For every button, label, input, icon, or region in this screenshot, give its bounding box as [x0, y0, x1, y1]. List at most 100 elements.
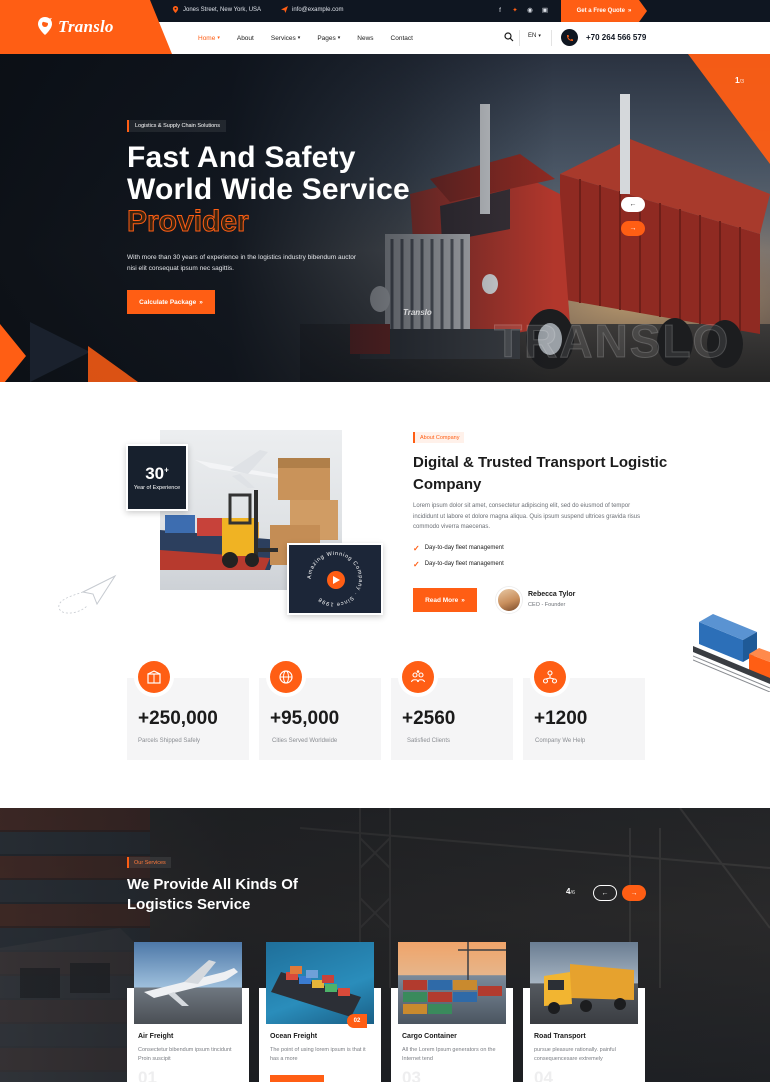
truck-logo-text: Translo — [403, 308, 432, 317]
services-prev-button[interactable]: ← — [593, 885, 617, 901]
button-label: Calculate Package — [139, 298, 197, 306]
phone-icon[interactable] — [561, 29, 578, 46]
nav-item-label: News — [357, 34, 374, 42]
paper-plane-icon — [58, 574, 117, 614]
globe-icon — [270, 661, 302, 693]
slide-total: /3 — [739, 79, 745, 85]
arrow-left-icon: ← — [629, 201, 637, 208]
get-quote-button[interactable]: Get a Free Quote » — [561, 0, 647, 22]
hero-watermark: TRANSLO — [493, 315, 731, 368]
services-title-line: We Provide All Kinds Of — [127, 876, 298, 893]
service-name[interactable]: Road Transport — [534, 1033, 586, 1040]
service-number: 04 — [534, 1068, 553, 1082]
service-number: 03 — [402, 1068, 421, 1082]
nav-item-label: About — [236, 34, 254, 42]
play-video-button[interactable] — [327, 571, 345, 589]
hero-description: With more than 30 years of experience in… — [127, 254, 357, 272]
chevron-down-icon: ▾ — [337, 35, 341, 41]
check-list-item: ✓ Day-to-day fleet management — [413, 559, 504, 569]
stat-value: +1200 — [534, 708, 588, 729]
check-icon: ✓ — [413, 543, 420, 553]
service-name[interactable]: Air Freight — [138, 1033, 173, 1040]
experience-number: 30+ — [145, 464, 169, 484]
ceo-role: CEO - Founder — [528, 602, 566, 608]
experience-badge: 30+ Year of Experience — [126, 444, 188, 511]
logo[interactable]: Translo — [0, 0, 172, 54]
facebook-icon[interactable]: f — [496, 6, 504, 14]
phone-number[interactable]: +70 264 566 579 — [586, 33, 646, 42]
instagram-icon[interactable]: ◉ — [526, 6, 534, 14]
hero-title-outline: Provider — [127, 205, 250, 238]
nav-item-news[interactable]: News — [357, 35, 373, 42]
stat-label: Parcels Shipped Safely — [138, 738, 201, 744]
container-train-image — [693, 614, 770, 692]
stat-value: +2560 — [402, 708, 456, 729]
calculate-package-button[interactable]: Calculate Package » — [127, 290, 215, 314]
cargo-container-image — [398, 942, 506, 1024]
map-pin-icon — [172, 6, 179, 13]
language-label: EN — [528, 33, 537, 39]
hero-banner: 1/3 Logistics & Supply Chain Solutions F… — [0, 54, 770, 382]
network-icon — [534, 661, 566, 693]
linkedin-icon[interactable]: ▣ — [541, 6, 549, 14]
chevron-down-icon: ▾ — [538, 33, 541, 39]
services-next-button[interactable]: → — [622, 885, 646, 901]
hero-title: Fast And Safety World Wide Service Provi… — [127, 141, 487, 239]
ceo-name: Rebecca Tylor — [528, 591, 576, 598]
service-description: The point of using lorem ipsum is that i… — [270, 1047, 366, 1062]
email-text[interactable]: info@example.com — [292, 7, 343, 13]
arrow-right-icon: → — [630, 889, 638, 897]
experience-label: Year of Experience — [133, 484, 181, 491]
divider — [519, 30, 520, 46]
about-description: Lorem ipsum dolor sit amet, consectetur … — [413, 503, 641, 530]
email-contact[interactable]: info@example.com — [281, 6, 343, 13]
address-text: Jones Street, New York, USA — [183, 6, 262, 13]
arrow-right-icon: » — [628, 8, 632, 14]
video-thumbnail[interactable]: Amazing Winning Company · Since 1998 — [287, 543, 383, 615]
arrow-right-icon: → — [629, 225, 637, 232]
nav-item-services[interactable]: Services ▾ — [271, 35, 300, 42]
next-slide-button[interactable]: → — [621, 221, 645, 236]
play-icon — [332, 576, 340, 584]
service-description: Consectetur bibendum ipsum tincidunt Pro… — [138, 1047, 232, 1062]
stat-label: Company We Help — [535, 738, 586, 744]
search-icon[interactable] — [504, 32, 514, 42]
services-overlay — [0, 808, 770, 1082]
nav-item-about[interactable]: About — [237, 35, 254, 42]
nav-item-home[interactable]: Home ▾ — [198, 35, 220, 42]
check-label: Day-to-day fleet management — [424, 561, 504, 567]
stat-label: Cities Served Worldwide — [272, 738, 338, 744]
send-icon — [281, 6, 288, 13]
service-description: All the Lorem Ipsum generators on the In… — [402, 1047, 496, 1062]
service-read-more-button[interactable] — [270, 1075, 324, 1082]
twitter-icon[interactable]: ✦ — [511, 6, 519, 14]
language-selector[interactable]: EN ▾ — [528, 33, 541, 39]
service-name[interactable]: Cargo Container — [402, 1033, 457, 1040]
about-tag: About Company — [413, 432, 465, 443]
arrow-right-icon: » — [461, 596, 465, 604]
services-section — [0, 808, 770, 1082]
nav-item-contact[interactable]: Contact — [391, 35, 413, 42]
brand-name: Translo — [58, 17, 114, 36]
services-slide-counter: 4/6 — [566, 887, 575, 896]
parcel-icon — [138, 661, 170, 693]
social-links: f ✦ ◉ ▣ — [496, 6, 549, 15]
service-number: 01 — [138, 1068, 157, 1082]
experience-value: 30 — [145, 463, 165, 483]
hero-title-line: Fast And Safety — [127, 141, 356, 174]
road-transport-image — [530, 942, 638, 1024]
services-title: We Provide All Kinds Of Logistics Servic… — [127, 875, 387, 915]
address-contact: Jones Street, New York, USA — [172, 6, 261, 13]
hero-title-line: World Wide Service — [127, 173, 410, 206]
nav-item-pages[interactable]: Pages ▾ — [317, 35, 340, 42]
service-name[interactable]: Ocean Freight — [270, 1033, 317, 1040]
service-description: pursue pleasure rationally. painful cons… — [534, 1047, 616, 1062]
prev-slide-button[interactable]: ← — [621, 197, 645, 212]
read-more-button[interactable]: Read More » — [413, 588, 477, 612]
stat-label: Satisfied Clients — [407, 738, 451, 744]
chevron-down-icon: ▾ — [297, 35, 301, 41]
stat-value: +95,000 — [270, 708, 340, 729]
stat-value: +250,000 — [138, 708, 218, 729]
check-list-item: ✓ Day-to-day fleet management — [413, 543, 504, 553]
check-icon: ✓ — [413, 559, 420, 569]
